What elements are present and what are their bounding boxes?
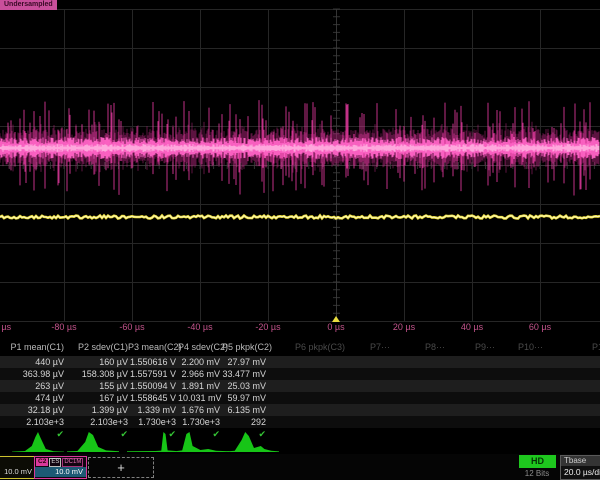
bottom-toolbar: C1 DC1M 10.0 mV C2 ES DC1M 10.0 mV + HD … <box>0 454 600 480</box>
measure-sdev: 32.18 µV <box>4 404 64 416</box>
measure-min: 1.550094 V <box>128 380 176 392</box>
measure-sdev: 1.399 µV <box>68 404 128 416</box>
measure-num: 1.730e+3 <box>128 416 176 428</box>
measure-sdev: 6.135 mV <box>222 404 266 416</box>
measure-min: 25.03 mV <box>222 380 266 392</box>
time-axis-label: 20 µs <box>393 322 415 332</box>
measure-header-p1[interactable]: P1 mean(C1) <box>4 341 64 353</box>
measure-min: 263 µV <box>4 380 64 392</box>
c2-scale-value: 10.0 mV <box>35 467 86 477</box>
measure-max: 1.558645 V <box>128 392 176 404</box>
hd-mode-badge[interactable]: HD <box>519 455 556 468</box>
undersampled-warning-badge: Undersampled <box>0 0 57 10</box>
c1-scale-value: 10.0 mV <box>0 467 34 477</box>
measure-header-p4[interactable]: P4 sdev(C2) <box>178 341 220 353</box>
measure-num: 1.730e+3 <box>178 416 220 428</box>
measure-header-inactive[interactable]: P11 <box>592 341 600 353</box>
time-axis-label: 40 µs <box>461 322 483 332</box>
measure-mean: 2.966 mV <box>178 368 220 380</box>
measure-header-inactive[interactable]: P9··· <box>475 341 495 353</box>
measure-num: 292 <box>222 416 266 428</box>
time-axis-label: -60 µs <box>119 322 144 332</box>
timebase-scale-value: 20.0 µs/div <box>561 466 600 478</box>
measure-max: 59.97 mV <box>222 392 266 404</box>
add-trace-button[interactable]: + <box>88 457 154 478</box>
measure-max: 10.031 mV <box>178 392 220 404</box>
measurement-histicon[interactable] <box>177 432 229 452</box>
measure-max: 474 µV <box>4 392 64 404</box>
time-axis-label: -40 µs <box>187 322 212 332</box>
measure-min: 155 µV <box>68 380 128 392</box>
measure-header-p5[interactable]: P5 pkpk(C2) <box>222 341 266 353</box>
hd-bits-label: 12 Bits <box>516 469 558 478</box>
measure-mean: 363.98 µV <box>4 368 64 380</box>
measure-num: 2.103e+3 <box>4 416 64 428</box>
measure-mean: 1.557591 V <box>128 368 176 380</box>
waveform-display <box>0 0 600 340</box>
measure-value: 27.97 mV <box>222 356 266 368</box>
measure-mean: 33.477 mV <box>222 368 266 380</box>
channel-c1-descriptor[interactable]: C1 DC1M 10.0 mV <box>0 456 35 479</box>
measure-header-inactive[interactable]: P7··· <box>370 341 390 353</box>
oscilloscope-screen: Undersampled -100 µs -80 µs -60 µs -40 µs -2… <box>0 0 600 480</box>
c2-coupling-badge: DC1M <box>62 458 83 467</box>
measurement-histicon[interactable] <box>12 432 64 452</box>
measure-header-inactive[interactable]: P6 pkpk(C3) <box>295 341 345 353</box>
measure-header-inactive[interactable]: P10··· <box>518 341 543 353</box>
measurement-histicon[interactable] <box>67 432 119 452</box>
measurement-histicon[interactable] <box>127 432 179 452</box>
measure-mean: 158.308 µV <box>68 368 128 380</box>
timebase-title: Tbase <box>561 456 600 466</box>
measure-value: 160 µV <box>68 356 128 368</box>
timebase-descriptor[interactable]: Tbase 20.0 µs/div <box>560 455 600 480</box>
c2-eres-badge: ES <box>49 458 61 467</box>
time-axis-label: -80 µs <box>51 322 76 332</box>
measure-min: 1.891 mV <box>178 380 220 392</box>
measure-value: 440 µV <box>4 356 64 368</box>
channel-c2-descriptor[interactable]: C2 ES DC1M 10.0 mV <box>34 456 87 479</box>
measure-header-p2[interactable]: P2 sdev(C1) <box>68 341 128 353</box>
measure-header-p3[interactable]: P3 mean(C2) <box>128 341 176 353</box>
measure-sdev: 1.339 mV <box>128 404 176 416</box>
time-axis-label: -100 µs <box>0 322 11 332</box>
c2-label: C2 <box>36 458 48 466</box>
measurement-histicon[interactable] <box>227 432 279 452</box>
measure-num: 2.103e+3 <box>68 416 128 428</box>
measure-value: 1.550616 V <box>128 356 176 368</box>
measure-max: 167 µV <box>68 392 128 404</box>
histicon-row <box>0 430 600 454</box>
measure-sdev: 1.676 mV <box>178 404 220 416</box>
plus-icon: + <box>117 460 125 475</box>
measure-header-inactive[interactable]: P8··· <box>425 341 445 353</box>
time-axis-label: 60 µs <box>529 322 551 332</box>
measure-value: 2.200 mV <box>178 356 220 368</box>
trigger-position-icon[interactable] <box>332 316 340 322</box>
time-axis-label: 0 µs <box>327 322 344 332</box>
time-axis-label: -20 µs <box>255 322 280 332</box>
